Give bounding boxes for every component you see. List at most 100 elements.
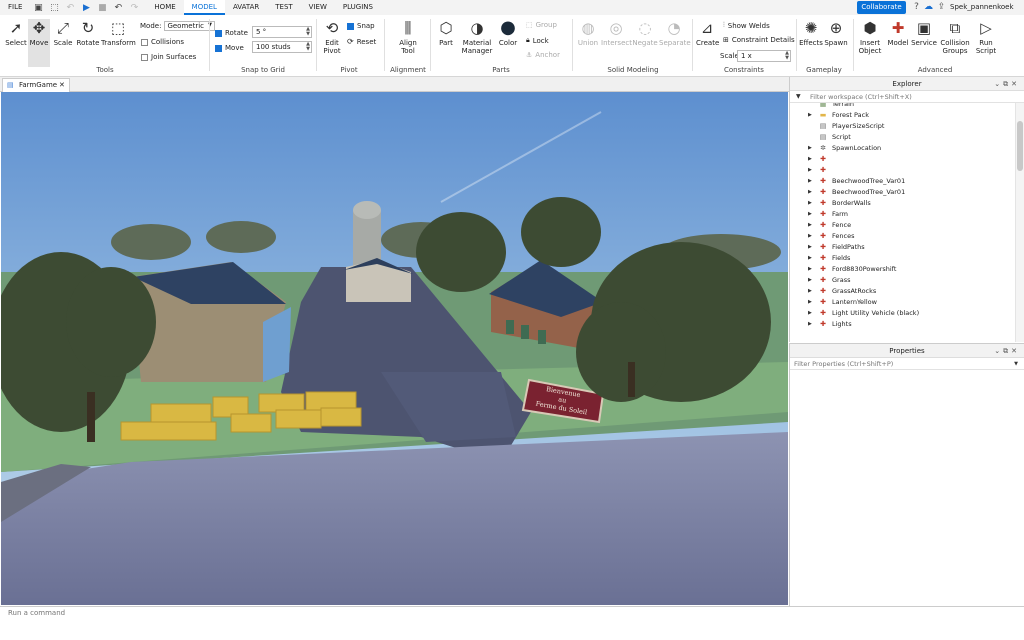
rotate-snap-field[interactable]: 5 ° ▲ ▼ [252,26,312,38]
expand-arrow-icon[interactable]: ▶ [808,264,812,275]
explorer-item[interactable]: ▶ ▬ Forest Pack [790,110,1012,121]
expand-arrow-icon[interactable]: ▶ [808,198,812,209]
rotate-tool-button[interactable]: ↻ Rotate [76,19,100,47]
explorer-item[interactable]: ▶ ✚ BorderWalls [790,198,1012,209]
expand-arrow-icon[interactable]: ▶ [808,154,812,165]
negate-button[interactable]: ◌ Negate [632,19,658,47]
properties-filter-input[interactable] [794,360,994,368]
expand-arrow-icon[interactable]: ▶ [808,220,812,231]
rotate-snap-checkbox[interactable] [215,29,222,37]
color-button[interactable]: ● Color [497,19,519,48]
tab-model[interactable]: MODEL [183,0,225,15]
explorer-item[interactable]: ▶ ✚ LanternYellow [790,297,1012,308]
join-surfaces-toggle[interactable]: Join Surfaces [141,53,196,61]
chevron-down-icon[interactable]: ▼ [1014,358,1018,370]
spawn-button[interactable]: ⊕ Spawn [824,19,848,47]
explorer-item[interactable]: ▶ ✚ Fields [790,253,1012,264]
explorer-item[interactable]: ▶ ✚ Lights [790,319,1012,330]
align-tool-button[interactable]: ⫼ Align Tool [394,19,422,55]
pivot-snap-checkbox[interactable] [347,22,354,30]
material-manager-button[interactable]: ◑ Material Manager [460,19,494,55]
explorer-item[interactable]: ▶ ✚ GrassAtRocks [790,286,1012,297]
expand-arrow-icon[interactable]: ▶ [808,187,812,198]
stepper-icon[interactable]: ▲ ▼ [306,27,310,37]
filter-icon[interactable]: ▼ [796,91,801,103]
pivot-snap-toggle[interactable]: Snap [347,22,375,30]
share-icon[interactable]: ⇪ [936,2,947,13]
lock-button[interactable]: 🔒︎ Lock [526,36,549,45]
expand-arrow-icon[interactable]: ▶ [808,253,812,264]
save-icon[interactable]: ▣ [32,2,44,14]
join-surfaces-checkbox[interactable] [141,53,148,61]
close-icon[interactable]: ✕ [1011,80,1020,88]
explorer-item[interactable]: ▶ ✚ FieldPaths [790,242,1012,253]
move-snap-checkbox[interactable] [215,44,222,52]
tab-avatar[interactable]: AVATAR [225,0,267,15]
explorer-item[interactable]: ▤ PlayerSizeScript [790,121,1012,132]
chevron-down-icon[interactable]: ⌄ [994,347,1003,355]
redo-icon[interactable]: ↷ [128,2,140,14]
explorer-item[interactable]: ▶ ✚ Fences [790,231,1012,242]
expand-arrow-icon[interactable]: ▶ [808,308,812,319]
service-button[interactable]: ▣ Service [911,19,937,47]
explorer-item[interactable]: ▤ Script [790,132,1012,143]
create-constraint-button[interactable]: ⊿ Create [696,19,719,47]
play-icon[interactable]: ▶ [80,2,92,14]
close-icon[interactable]: ✕ [1011,347,1020,355]
cloud-icon[interactable]: ☁ [923,2,934,13]
explorer-filter-input[interactable] [810,93,1010,101]
explorer-item[interactable]: ▶ ✚ Light Utility Vehicle (black) [790,308,1012,319]
anchor-button[interactable]: ⚓︎ Anchor [526,51,560,59]
expand-arrow-icon[interactable]: ▶ [808,165,812,176]
expand-arrow-icon[interactable]: ▶ [808,297,812,308]
publish-icon[interactable]: ⬚ [48,2,60,14]
file-menu[interactable]: FILE [0,0,30,15]
help-icon[interactable]: ? [911,2,922,13]
collisions-checkbox[interactable] [141,38,148,46]
expand-arrow-icon[interactable]: ▶ [808,242,812,253]
explorer-scrollbar[interactable] [1015,103,1024,342]
separate-button[interactable]: ◔ Separate [659,19,691,47]
expand-arrow-icon[interactable]: ▶ [808,143,812,154]
scale-tool-button[interactable]: ⤢ Scale [52,19,74,47]
explorer-item[interactable]: ▶ ✚ Grass [790,275,1012,286]
popout-icon[interactable]: ⧉ [1003,347,1011,355]
explorer-item[interactable]: ▶ ✚ Ford8830Powershift [790,264,1012,275]
expand-arrow-icon[interactable]: ▶ [808,209,812,220]
explorer-item[interactable]: ▶ ✲ SpawnLocation [790,143,1012,154]
collaborate-button[interactable]: Collaborate [857,1,906,14]
union-button[interactable]: ◍ Union [576,19,600,47]
effects-button[interactable]: ✺ Effects [799,19,823,47]
stop-icon[interactable]: ■ [96,2,108,14]
part-button[interactable]: ⬡ Part [435,19,457,47]
expand-arrow-icon[interactable]: ▶ [808,286,812,297]
tab-home[interactable]: HOME [146,0,183,15]
close-icon[interactable]: ✕ [59,79,65,92]
insert-object-button[interactable]: ⬢ Insert Object [857,19,883,55]
document-tab-farmgame[interactable]: ▤ FarmGame ✕ [2,78,70,92]
model-button[interactable]: ✚ Model [886,19,910,47]
pivot-reset-button[interactable]: ⟳ Reset [347,37,376,46]
tab-test[interactable]: TEST [267,0,300,15]
explorer-item[interactable]: ▶ ✚ Fence [790,220,1012,231]
expand-arrow-icon[interactable]: ▶ [808,110,812,121]
command-input[interactable] [0,607,780,619]
explorer-item[interactable]: ▶ ✚ [790,165,1012,176]
show-welds-button[interactable]: ⫶ Show Welds [723,21,770,30]
transform-tool-button[interactable]: ⬚ Transform [101,19,136,47]
collisions-toggle[interactable]: Collisions [141,38,184,46]
popout-icon[interactable]: ⧉ [1003,80,1011,88]
select-tool-button[interactable]: ➚ Select [5,19,27,47]
explorer-item[interactable]: ▶ ✚ Farm [790,209,1012,220]
move-snap-field[interactable]: 100 studs ▲ ▼ [252,41,312,53]
group-button[interactable]: ⬚ Group [526,21,557,29]
constraint-scale-field[interactable]: 1 x ▲ ▼ [737,50,791,62]
constraint-details-button[interactable]: ⊞ Constraint Details [723,36,795,44]
explorer-item[interactable]: ▦ Terrain [790,103,1012,110]
run-script-button[interactable]: ▷ Run Script [973,19,999,55]
move-tool-button[interactable]: ✥ Move [28,19,50,67]
tab-view[interactable]: VIEW [301,0,335,15]
expand-arrow-icon[interactable]: ▶ [808,319,812,330]
stepper-icon[interactable]: ▲ ▼ [785,51,789,61]
explorer-item[interactable]: ▶ ✚ [790,154,1012,165]
